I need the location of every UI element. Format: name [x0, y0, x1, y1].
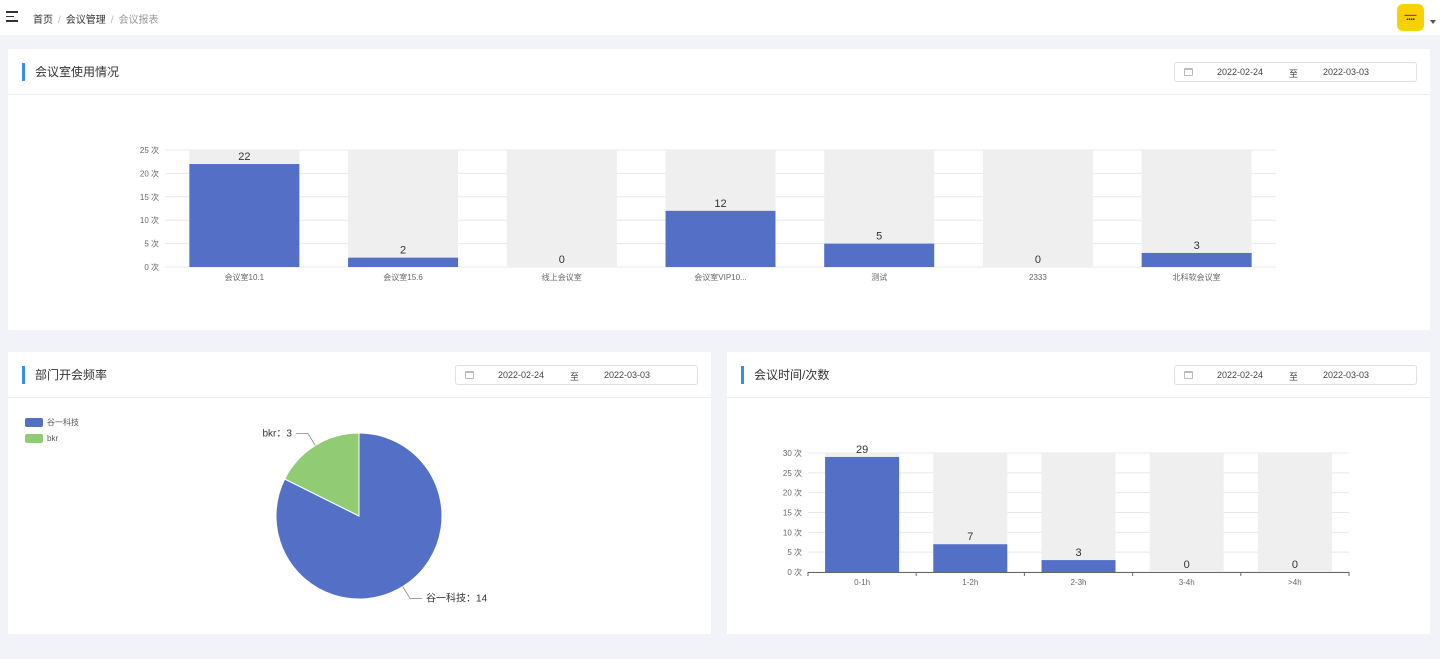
bar-value-label: 0 [1184, 559, 1190, 571]
y-tick-label: 10 次 [140, 215, 159, 225]
pie-label-line [402, 586, 423, 599]
y-tick-label: 0 次 [787, 567, 802, 577]
bar-value-label: 22 [238, 151, 250, 163]
y-tick-label: 0 次 [144, 262, 159, 272]
x-tick-label: 2-3h [1070, 578, 1086, 587]
bar [665, 210, 776, 267]
bar-background [982, 150, 1093, 267]
bar-value-label: 0 [559, 254, 565, 266]
y-tick-label: 5 次 [144, 239, 159, 249]
y-tick-label: 10 次 [783, 527, 802, 537]
x-tick-label: 线上会议室 [542, 272, 582, 282]
y-tick-label: 30 次 [783, 448, 802, 458]
bar [933, 544, 1008, 572]
bar [825, 456, 900, 572]
pie-slice-label: 谷一科技：14 [426, 591, 488, 604]
x-tick-label: 3-4h [1179, 578, 1195, 587]
x-tick-label: 北科软会议室 [1173, 272, 1221, 282]
pie-slice-label: bkr：3 [262, 429, 292, 440]
x-tick-label: 会议室VIP10... [694, 272, 746, 282]
bar-value-label: 0 [1292, 559, 1298, 571]
breadcrumb-separator: / [58, 15, 61, 26]
bar-value-label: 12 [714, 198, 726, 210]
x-tick-label: 会议室15.6 [383, 272, 423, 282]
breadcrumb-separator: / [110, 15, 114, 26]
dept-frequency-pie-chart: 谷一科技：14 bkr：3 [262, 429, 488, 605]
room-usage-card: 会议室使用情况 2022-02-24 至 2022-03-03 0 次5 次 10… [8, 49, 1430, 330]
bar [1041, 560, 1116, 572]
breadcrumb: 首页 / 会议管理 / 会议报表 [33, 11, 159, 26]
bar [348, 257, 459, 267]
y-tick-label: 5 次 [787, 547, 802, 557]
menu-toggle-icon[interactable] [6, 11, 18, 22]
top-bar: 首页 / 会议管理 / 会议报表 ▬▬▬ ▪▪▪▪ [0, 0, 1440, 35]
bar-value-label: 2 [400, 245, 406, 257]
bar-value-label: 29 [856, 444, 868, 456]
x-tick-label: 测试 [871, 272, 887, 282]
y-tick-label: 20 次 [783, 488, 802, 498]
bar-background [1257, 453, 1332, 572]
dept-frequency-card: 部门开会频率 2022-02-24 至 2022-03-03 谷一科技 bkr … [8, 352, 711, 634]
bar [824, 243, 935, 267]
x-tick-label: 0-1h [854, 578, 870, 587]
bar-value-label: 7 [967, 531, 973, 543]
bar [1141, 252, 1252, 267]
y-tick-label: 15 次 [140, 192, 159, 202]
breadcrumb-home[interactable]: 首页 [33, 15, 53, 26]
pie-label-line [295, 433, 316, 446]
bar-background [1149, 453, 1224, 572]
x-tick-label: >4h [1288, 578, 1302, 587]
breadcrumb-current: 会议报表 [118, 15, 159, 26]
y-tick-label: 20 次 [140, 168, 159, 178]
bar-background [506, 150, 617, 267]
x-tick-label: 1-2h [962, 578, 978, 587]
meeting-time-card: 会议时间/次数 2022-02-24 至 2022-03-03 0 次5 次 10… [727, 352, 1430, 634]
y-tick-label: 15 次 [783, 508, 802, 518]
x-tick-label: 2333 [1029, 273, 1047, 282]
bar-value-label: 3 [1075, 547, 1081, 559]
bar-value-label: 5 [876, 231, 882, 243]
room-usage-bar-chart: 0 次 5 次 10 次 15 次 20 次 25 次 22 会议室10.1 2 会议室15.6 0… [140, 145, 1276, 282]
chevron-down-icon[interactable] [1430, 20, 1436, 24]
breadcrumb-meeting-management[interactable]: 会议管理 [66, 15, 106, 26]
x-tick-label: 会议室10.1 [225, 272, 265, 282]
y-tick-label: 25 次 [783, 468, 802, 478]
y-tick-label: 25 次 [140, 145, 159, 155]
avatar[interactable]: ▬▬▬ ▪▪▪▪ [1397, 4, 1424, 31]
meeting-time-bar-chart: 0 次 5 次 10 次 15 次 20 次 25 次 30 次 29 0-1h 7 1-2h 3 2-… [783, 444, 1350, 587]
bar [189, 164, 300, 267]
bar-value-label: 0 [1035, 254, 1041, 266]
bar-value-label: 3 [1194, 240, 1200, 252]
